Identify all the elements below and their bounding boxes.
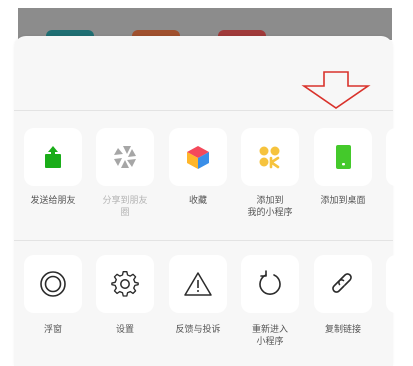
feedback-label: 反馈与投诉 bbox=[175, 325, 221, 335]
share-to-moments-label: 分享到朋友圈 bbox=[102, 196, 148, 218]
share-to-moments-button[interactable] bbox=[96, 128, 154, 186]
sheet-divider bbox=[14, 110, 393, 111]
add-to-desktop-button[interactable] bbox=[314, 128, 372, 186]
favorites-cube-icon bbox=[187, 146, 209, 169]
float-window-label: 浮窗 bbox=[43, 325, 62, 335]
reenter-miniprogram-button[interactable] bbox=[241, 255, 299, 313]
gear-icon bbox=[111, 271, 139, 297]
partial-tile bbox=[386, 255, 398, 313]
copy-link-label: 复制链接 bbox=[324, 325, 361, 335]
moments-icon bbox=[114, 146, 136, 168]
add-to-desktop-label: 添加到桌面 bbox=[320, 196, 366, 206]
annotation-arrow-icon bbox=[301, 71, 371, 109]
my-miniprogram-icon bbox=[259, 146, 280, 169]
sheet-divider bbox=[14, 240, 393, 241]
add-to-desktop-icon bbox=[336, 145, 351, 169]
float-window-button[interactable] bbox=[24, 255, 82, 313]
float-window-icon bbox=[40, 271, 66, 297]
link-icon bbox=[332, 273, 352, 293]
add-to-my-miniprogram-label: 添加到 我的小程序 bbox=[247, 196, 293, 218]
add-to-my-miniprogram-button[interactable] bbox=[241, 128, 299, 186]
partial-tile bbox=[386, 128, 398, 186]
reload-icon bbox=[259, 270, 281, 295]
share-up-icon bbox=[45, 146, 61, 168]
feedback-button[interactable] bbox=[169, 255, 227, 313]
send-to-friend-label: 发送给朋友 bbox=[30, 196, 76, 206]
settings-label: 设置 bbox=[115, 325, 134, 335]
reenter-miniprogram-label: 重新进入 小程序 bbox=[251, 325, 288, 347]
favorites-label: 收藏 bbox=[188, 196, 207, 206]
send-to-friend-button[interactable] bbox=[24, 128, 82, 186]
favorites-button[interactable] bbox=[169, 128, 227, 186]
settings-button[interactable] bbox=[96, 255, 154, 313]
warning-triangle-icon bbox=[184, 272, 212, 296]
copy-link-button[interactable] bbox=[314, 255, 372, 313]
